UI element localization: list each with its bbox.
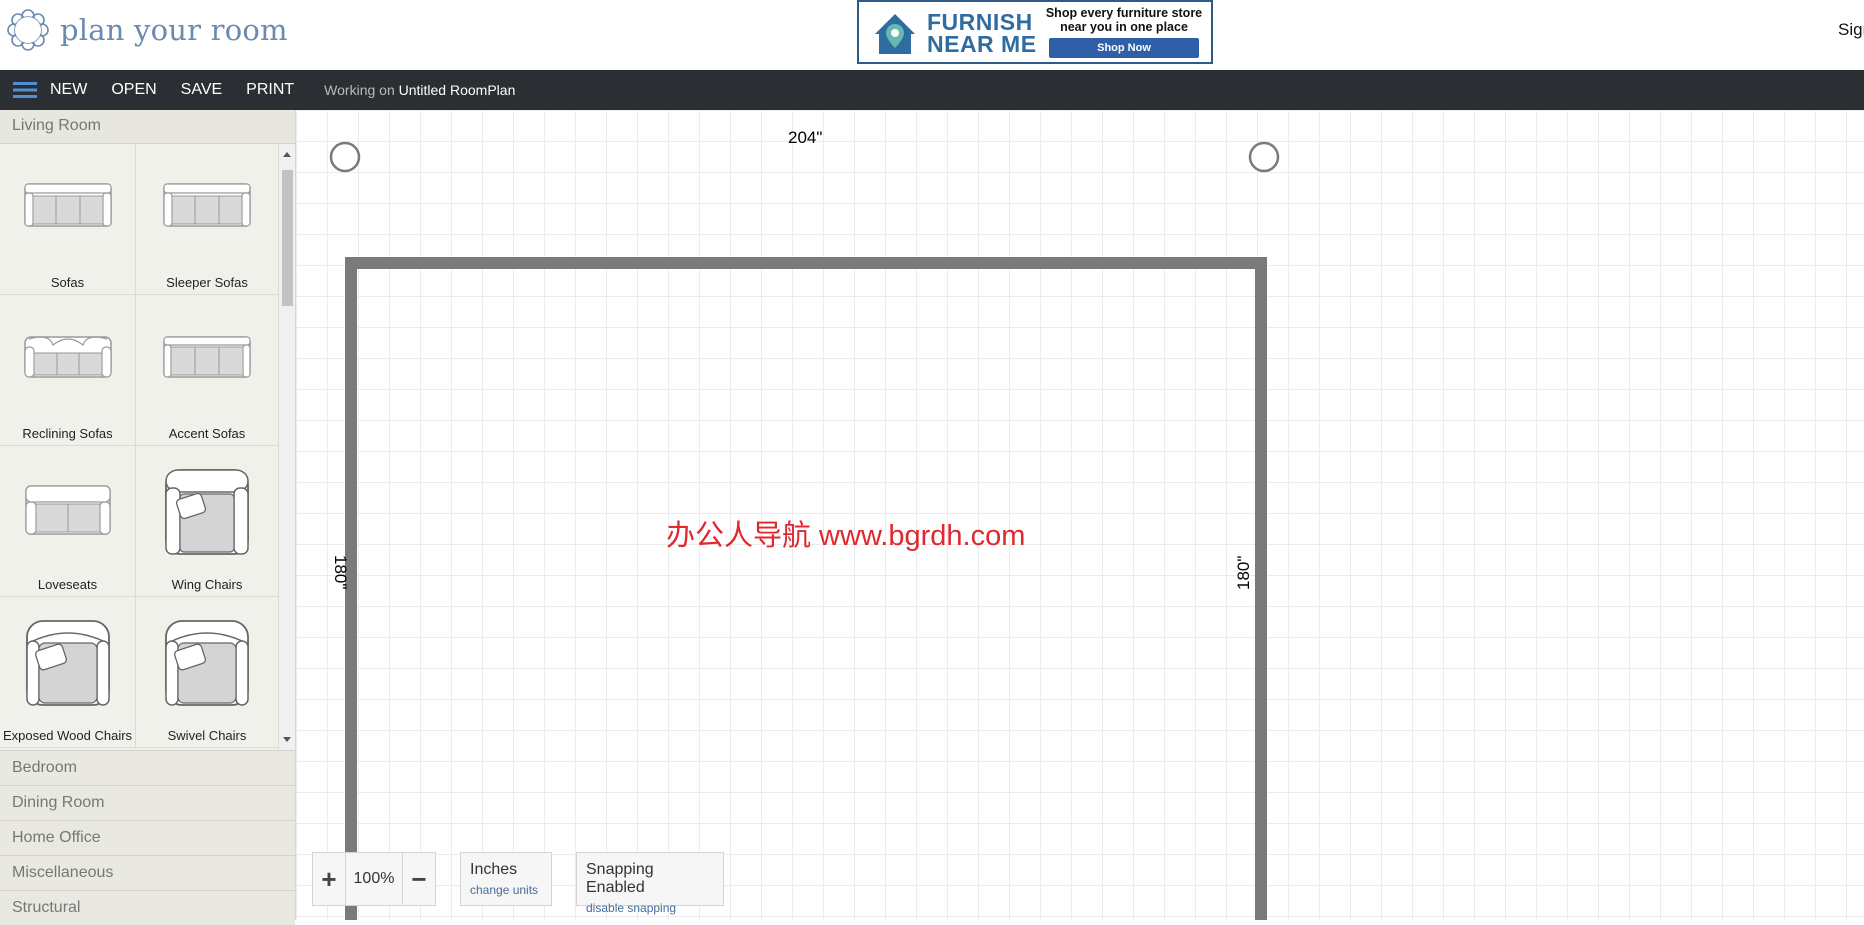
- swivel-chair-icon: [165, 620, 249, 706]
- ad-brand-line1: FURNISH: [927, 9, 1033, 35]
- new-button[interactable]: NEW: [50, 81, 87, 99]
- ad-brand: FURNISH NEAR ME: [927, 9, 1037, 57]
- corner-handle-top-right[interactable]: [1248, 141, 1280, 173]
- toolbar: NEW OPEN SAVE PRINT Working on Untitled …: [0, 70, 1864, 110]
- furniture-item-sleeper-sofas[interactable]: Sleeper Sofas: [136, 144, 279, 295]
- disable-snapping-link[interactable]: disable snapping: [586, 901, 714, 915]
- furniture-item-exposed-wood-chairs[interactable]: Exposed Wood Chairs: [0, 597, 136, 748]
- furniture-item-label: Accent Sofas: [168, 426, 246, 441]
- exposed-wood-chair-icon: [25, 620, 110, 706]
- sidebar-scrollbar[interactable]: [278, 144, 295, 750]
- accent-sofa-icon: [163, 336, 251, 378]
- wall-top-dimension: 204": [788, 128, 823, 147]
- ad-brand-line2: NEAR ME: [927, 31, 1037, 57]
- working-on-prefix: Working on: [324, 82, 395, 98]
- sign-in-link[interactable]: Sign: [1838, 20, 1864, 40]
- print-button[interactable]: PRINT: [246, 81, 294, 99]
- ad-tagline-line1: Shop every furniture store: [1045, 6, 1203, 20]
- corner-handles: [329, 141, 1280, 173]
- furniture-item-reclining-sofas[interactable]: Reclining Sofas: [0, 295, 136, 446]
- units-value: Inches: [470, 861, 518, 878]
- wall-left-dimension: 180": [331, 555, 350, 590]
- category-dining-room[interactable]: Dining Room: [0, 785, 295, 820]
- site-header: plan your room FURNISH NEAR ME Shop ever…: [0, 0, 1864, 70]
- furniture-item-label: Loveseats: [37, 577, 98, 592]
- ad-tagline: Shop every furniture store near you in o…: [1045, 6, 1203, 34]
- file-name[interactable]: Untitled RoomPlan: [399, 82, 516, 98]
- logo-flower-icon: [7, 9, 49, 51]
- wing-chair-icon: [165, 469, 249, 555]
- furniture-item-label: Wing Chairs: [171, 577, 243, 592]
- furniture-item-loveseats[interactable]: Loveseats: [0, 446, 136, 597]
- ad-tagline-line2: near you in one place: [1060, 20, 1188, 34]
- furniture-item-label: Exposed Wood Chairs: [2, 728, 133, 743]
- sleeper-sofa-icon: [163, 183, 251, 227]
- category-miscellaneous[interactable]: Miscellaneous: [0, 855, 295, 890]
- furniture-item-sofas[interactable]: Sofas: [0, 144, 136, 295]
- menu-button[interactable]: [0, 70, 50, 110]
- zoom-control: + 100% −: [312, 852, 436, 906]
- furniture-sidebar: Living Room Sofas Sleeper Sofas Reclinin…: [0, 110, 296, 925]
- snapping-box: Snapping Enabled disable snapping: [576, 852, 724, 915]
- corner-handle-top-left[interactable]: [329, 141, 361, 173]
- furniture-list: Sofas Sleeper Sofas Reclining Sofas Acce…: [0, 144, 295, 750]
- ad-shop-now-button[interactable]: Shop Now: [1049, 38, 1199, 58]
- working-on-status: Working on Untitled RoomPlan: [324, 82, 515, 98]
- scroll-down-icon[interactable]: [283, 737, 291, 742]
- change-units-link[interactable]: change units: [470, 883, 542, 897]
- furniture-item-label: Sofas: [50, 275, 85, 290]
- open-button[interactable]: OPEN: [111, 81, 156, 99]
- sofa-icon: [23, 183, 112, 227]
- units-box: Inches change units: [460, 852, 552, 906]
- logo[interactable]: plan your room: [4, 8, 288, 52]
- watermark-text: 办公人导航 www.bgrdh.com: [666, 520, 1026, 552]
- wall-right-dimension: 180": [1234, 555, 1253, 590]
- furniture-item-label: Reclining Sofas: [22, 426, 113, 441]
- furniture-item-label: Swivel Chairs: [167, 728, 247, 743]
- category-bedroom[interactable]: Bedroom: [0, 750, 295, 785]
- zoom-in-button[interactable]: +: [313, 864, 345, 895]
- loveseat-icon: [24, 485, 111, 535]
- logo-text: plan your room: [60, 13, 288, 47]
- furniture-item-wing-chairs[interactable]: Wing Chairs: [136, 446, 279, 597]
- category-living-room[interactable]: Living Room: [0, 110, 295, 144]
- furniture-item-swivel-chairs[interactable]: Swivel Chairs: [136, 597, 279, 748]
- furniture-item-label: Sleeper Sofas: [166, 275, 248, 290]
- house-pin-icon: [875, 14, 915, 54]
- furniture-item-accent-sofas[interactable]: Accent Sofas: [136, 295, 279, 446]
- reclining-sofa-icon: [23, 336, 112, 378]
- ad-banner[interactable]: FURNISH NEAR ME Shop every furniture sto…: [857, 0, 1213, 64]
- scroll-up-icon[interactable]: [283, 152, 291, 157]
- room-canvas[interactable]: 204" 180" 180" 办公人导航 www.bgrdh.com + 100…: [296, 110, 1864, 920]
- hamburger-icon: [13, 82, 37, 98]
- zoom-out-button[interactable]: −: [403, 864, 435, 895]
- zoom-level: 100%: [345, 852, 403, 906]
- category-home-office[interactable]: Home Office: [0, 820, 295, 855]
- snapping-status: Snapping Enabled: [586, 861, 654, 896]
- scrollbar-thumb[interactable]: [282, 170, 293, 306]
- save-button[interactable]: SAVE: [181, 81, 223, 99]
